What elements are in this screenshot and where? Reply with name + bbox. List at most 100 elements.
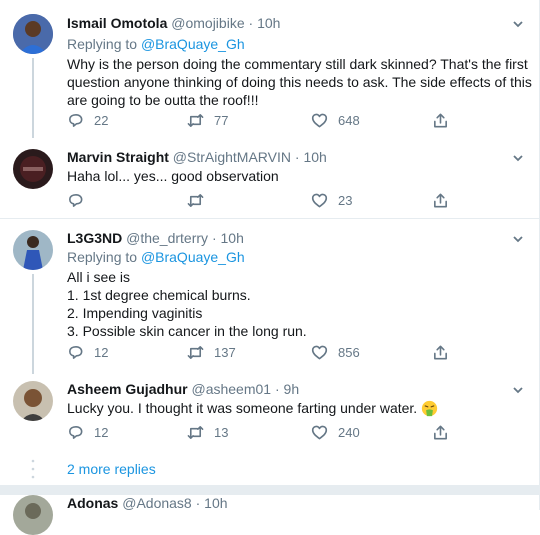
chevron-down-icon[interactable] — [511, 17, 525, 31]
retweet-button[interactable]: 137 — [187, 344, 236, 361]
thread-line — [32, 58, 34, 138]
like-count: 240 — [338, 425, 360, 440]
more-replies-dots-icon — [31, 459, 35, 479]
author-name[interactable]: Ismail Omotola — [67, 15, 167, 31]
tweet-text: All i see is 1. 1st degree chemical burn… — [67, 268, 532, 340]
tweet-text-line: All i see is — [67, 269, 131, 285]
reply-button[interactable] — [67, 192, 94, 209]
share-button[interactable] — [432, 344, 449, 361]
reply-count: 22 — [94, 113, 109, 128]
author-handle[interactable]: @asheem01 — [191, 381, 271, 397]
like-count: 23 — [338, 193, 353, 208]
retweet-button[interactable]: 77 — [187, 112, 228, 129]
reply-icon — [69, 114, 83, 127]
reply-icon — [69, 346, 83, 359]
author-name[interactable]: Marvin Straight — [67, 149, 169, 165]
tweet-actions: 23 — [67, 192, 507, 212]
timestamp[interactable]: 10h — [221, 230, 244, 246]
like-count: 856 — [338, 345, 360, 360]
replying-to-label: Replying to — [67, 36, 138, 52]
author-handle[interactable]: @omojibike — [171, 15, 244, 31]
reply-count: 12 — [94, 425, 109, 440]
share-button[interactable] — [432, 192, 449, 209]
dot-separator: · — [274, 381, 280, 397]
timestamp[interactable]: 10h — [204, 495, 227, 511]
tweet-actions: 12 13 240 — [67, 424, 507, 444]
like-button[interactable]: 648 — [311, 112, 360, 129]
reply-count: 12 — [94, 345, 109, 360]
share-button[interactable] — [432, 424, 449, 441]
like-button[interactable]: 23 — [311, 192, 352, 209]
author-name[interactable]: Adonas — [67, 495, 118, 511]
avatar[interactable] — [13, 230, 53, 270]
replying-to: Replying to @BraQuaye_Gh — [67, 36, 245, 52]
retweet-button[interactable] — [187, 192, 214, 209]
tweet-text-line: Lucky you. I thought it was someone fart… — [67, 400, 418, 416]
retweet-icon — [187, 426, 204, 439]
replying-to-handle[interactable]: @BraQuaye_Gh — [141, 36, 245, 52]
more-replies-link[interactable]: 2 more replies — [67, 461, 156, 477]
tweet-text-line: are going to be outta the roof!!! — [67, 92, 259, 108]
author-handle[interactable]: @StrAightMARVIN — [173, 149, 291, 165]
share-icon — [434, 113, 447, 128]
like-icon — [311, 345, 328, 360]
avatar[interactable] — [13, 495, 53, 535]
tweet-text-line: 3. Possible skin cancer in the long run. — [67, 323, 307, 339]
timestamp[interactable]: 10h — [303, 149, 326, 165]
tweet-text-line: question anyone thinking of doing this n… — [67, 74, 532, 90]
face-vomiting-icon — [422, 400, 438, 416]
tweet-actions: 12 137 856 — [67, 344, 507, 364]
tweet-text-line: 1. 1st degree chemical burns. — [67, 287, 251, 303]
timestamp[interactable]: 10h — [257, 15, 280, 31]
tweet-text: Haha lol... yes... good observation — [67, 167, 532, 185]
author-name[interactable]: Asheem Gujadhur — [67, 381, 188, 397]
author-handle[interactable]: @Adonas8 — [122, 495, 191, 511]
dot-separator: · — [294, 149, 300, 165]
retweet-button[interactable]: 13 — [187, 424, 228, 441]
like-button[interactable]: 240 — [311, 424, 360, 441]
chevron-down-icon[interactable] — [511, 151, 525, 165]
avatar[interactable] — [13, 381, 53, 421]
retweet-count: 77 — [214, 113, 229, 128]
share-icon — [434, 193, 447, 208]
avatar[interactable] — [13, 14, 53, 54]
tweet-text-line: Why is the person doing the commentary s… — [67, 56, 528, 72]
share-icon — [434, 345, 447, 360]
share-icon — [434, 425, 447, 440]
share-button[interactable] — [432, 112, 449, 129]
tweet-text-line: 2. Impending vaginitis — [67, 305, 203, 321]
chevron-down-icon[interactable] — [511, 383, 525, 397]
tweet-actions: 22 77 648 — [67, 112, 507, 132]
thread-line — [32, 274, 34, 374]
timestamp[interactable]: 9h — [284, 381, 300, 397]
reply-icon — [69, 426, 83, 439]
dot-separator: · — [211, 230, 217, 246]
tweet-text: Lucky you. I thought it was someone fart… — [67, 399, 532, 417]
dot-separator: · — [248, 15, 254, 31]
like-button[interactable]: 856 — [311, 344, 360, 361]
tweet-text: Why is the person doing the commentary s… — [67, 55, 532, 109]
reply-button[interactable]: 12 — [67, 344, 108, 361]
tweet-text-line: Haha lol... yes... good observation — [67, 168, 279, 184]
avatar[interactable] — [13, 149, 53, 189]
reply-button[interactable]: 12 — [67, 424, 108, 441]
replying-to-handle[interactable]: @BraQuaye_Gh — [141, 249, 245, 265]
retweet-count: 13 — [214, 425, 229, 440]
author-handle[interactable]: @the_drterry — [126, 230, 208, 246]
retweet-count: 137 — [214, 345, 236, 360]
like-icon — [311, 193, 328, 208]
replying-to-label: Replying to — [67, 249, 138, 265]
replying-to: Replying to @BraQuaye_Gh — [67, 249, 245, 265]
reply-icon — [69, 194, 83, 207]
retweet-icon — [187, 346, 204, 359]
chevron-down-icon[interactable] — [511, 232, 525, 246]
like-icon — [311, 425, 328, 440]
like-count: 648 — [338, 113, 360, 128]
retweet-icon — [187, 114, 204, 127]
tweet-divider — [0, 218, 540, 219]
author-name[interactable]: L3G3ND — [67, 230, 122, 246]
reply-button[interactable]: 22 — [67, 112, 108, 129]
conversation-divider — [0, 485, 540, 495]
like-icon — [311, 113, 328, 128]
retweet-icon — [187, 194, 204, 207]
